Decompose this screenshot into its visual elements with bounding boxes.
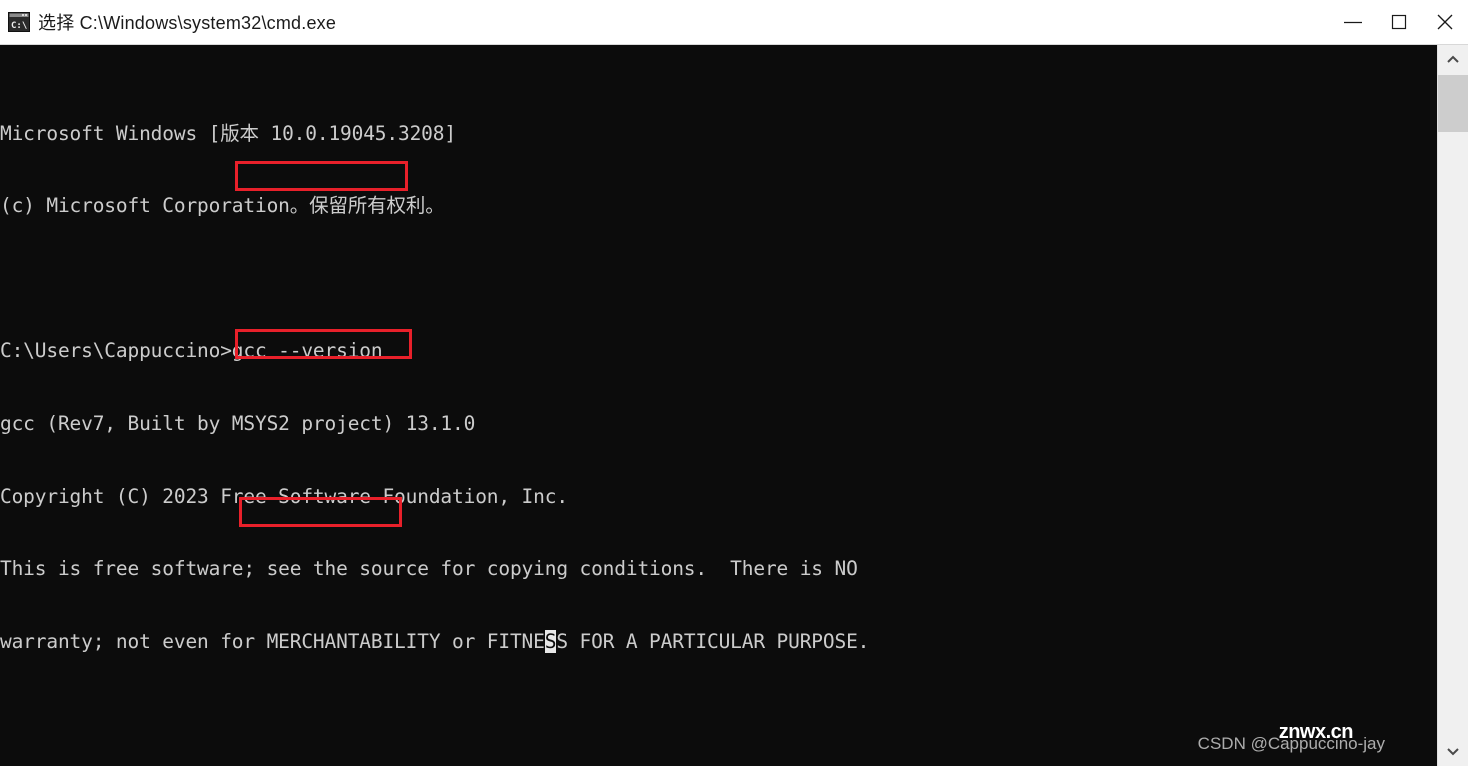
- line-segment: S FOR A PARTICULAR PURPOSE.: [556, 629, 870, 653]
- cmd-console-icon: C:\: [8, 12, 30, 32]
- console-body: Microsoft Windows [版本 10.0.19045.3208] (…: [0, 45, 1468, 766]
- line-segment: warranty; not even for MERCHANTABILITY o…: [0, 629, 545, 653]
- console-screen: Microsoft Windows [版本 10.0.19045.3208] (…: [0, 45, 1437, 766]
- scroll-down-icon[interactable]: [1438, 736, 1468, 766]
- console-line: Microsoft Windows [版本 10.0.19045.3208]: [0, 121, 456, 145]
- cmd-window: C:\ 选择 C:\Windows\system32\cmd.exe Micro…: [0, 0, 1468, 766]
- selection-block: S: [544, 629, 557, 653]
- maximize-button[interactable]: [1376, 1, 1422, 44]
- console-line: gcc (Rev7, Built by MSYS2 project) 13.1.…: [0, 411, 476, 435]
- console-line-command-gcc: C:\Users\Cappuccino>gcc --version: [0, 339, 383, 363]
- console-line: This is free software; see the source fo…: [0, 557, 858, 581]
- scroll-up-icon[interactable]: [1438, 45, 1468, 75]
- svg-text:C:\: C:\: [11, 21, 27, 31]
- minimize-button[interactable]: [1330, 1, 1376, 44]
- watermark-site: znwx.cn: [1278, 721, 1354, 743]
- scrollbar-thumb[interactable]: [1438, 75, 1468, 132]
- vertical-scrollbar[interactable]: [1437, 45, 1468, 766]
- title-bar[interactable]: C:\ 选择 C:\Windows\system32\cmd.exe: [0, 0, 1468, 45]
- console-line-with-selection: warranty; not even for MERCHANTABILITY o…: [0, 629, 1437, 654]
- console-line: (c) Microsoft Corporation。保留所有权利。: [0, 194, 445, 218]
- scrollbar-track[interactable]: [1438, 75, 1468, 736]
- console-line: Copyright (C) 2023 Free Software Foundat…: [0, 484, 568, 508]
- console-output-area[interactable]: Microsoft Windows [版本 10.0.19045.3208] (…: [0, 45, 1437, 766]
- close-button[interactable]: [1422, 1, 1468, 44]
- window-title: 选择 C:\Windows\system32\cmd.exe: [38, 13, 337, 33]
